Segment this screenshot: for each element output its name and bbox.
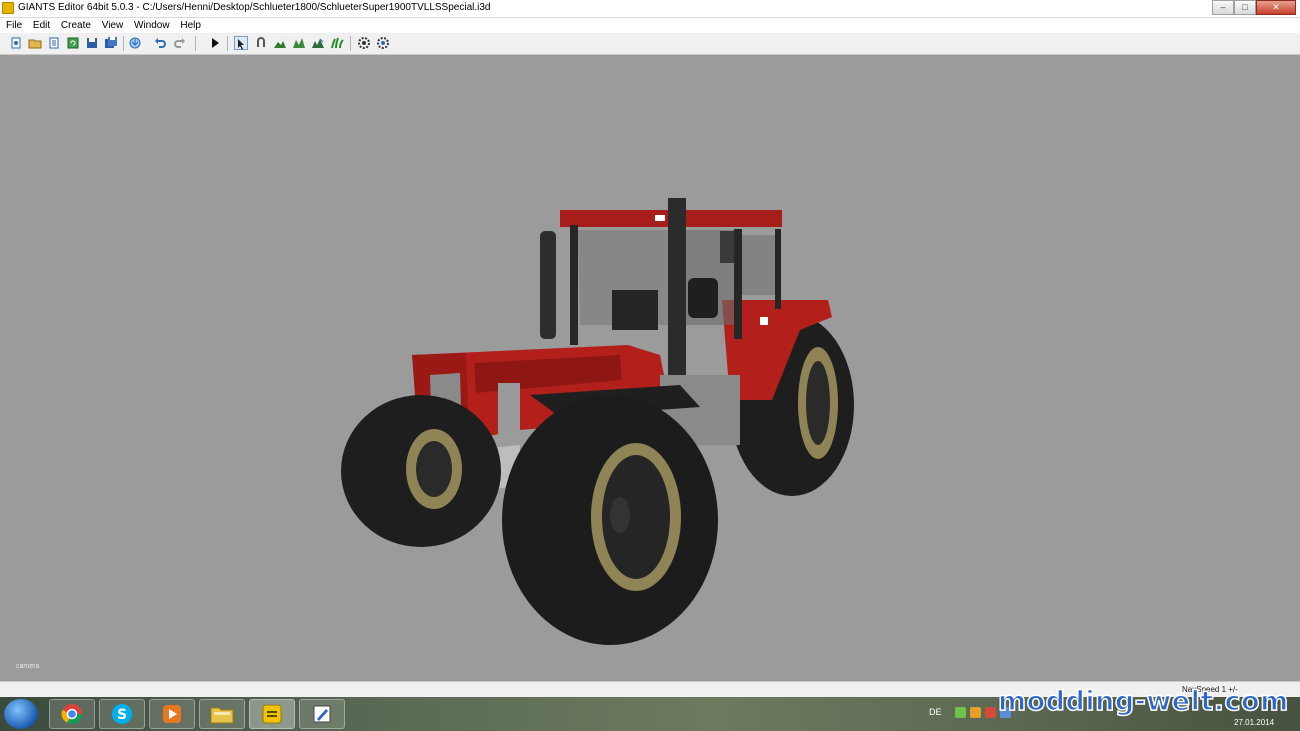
tray-icon[interactable] (985, 707, 996, 718)
window-title: GIANTS Editor 64bit 5.0.3 - C:/Users/Hen… (18, 2, 491, 13)
taskbar-paint[interactable] (299, 699, 345, 729)
undo-icon[interactable] (153, 36, 167, 50)
menu-bar: File Edit Create View Window Help (0, 18, 1300, 33)
minimize-button[interactable]: – (1212, 0, 1234, 15)
menu-help[interactable]: Help (180, 18, 201, 33)
app-icon (2, 2, 14, 14)
taskbar-chrome[interactable] (49, 699, 95, 729)
title-bar: GIANTS Editor 64bit 5.0.3 - C:/Users/Hen… (0, 0, 1300, 18)
svg-text:S: S (117, 707, 127, 723)
move-icon[interactable] (254, 36, 268, 50)
start-button[interactable] (4, 699, 38, 729)
save-icon[interactable] (85, 36, 99, 50)
tray-icon[interactable] (955, 707, 966, 718)
close-button[interactable]: ✕ (1256, 0, 1296, 15)
toolbar-separator (227, 36, 228, 51)
giants-editor-icon (262, 704, 282, 724)
reload-icon[interactable] (66, 36, 80, 50)
taskbar-giants-editor[interactable] (249, 699, 295, 729)
chrome-icon (61, 704, 82, 724)
menu-file[interactable]: File (6, 18, 22, 33)
toolbar (0, 33, 1300, 55)
taskbar-media-player[interactable] (149, 699, 195, 729)
select-icon[interactable] (234, 36, 248, 50)
tractor-model (341, 198, 854, 645)
menu-edit[interactable]: Edit (33, 18, 50, 33)
taskbar-skype[interactable]: S (99, 699, 145, 729)
save-all-icon[interactable] (104, 36, 118, 50)
close-icon: ✕ (1272, 2, 1280, 12)
toolbar-separator (123, 36, 124, 51)
paint-icon (313, 705, 331, 723)
menu-create[interactable]: Create (61, 18, 91, 33)
window-controls: – □ ✕ (1212, 0, 1296, 16)
filter-icon[interactable] (357, 36, 371, 50)
3d-viewport[interactable] (0, 55, 1300, 681)
camera-label: camera (16, 663, 40, 670)
settings-icon[interactable] (376, 36, 390, 50)
language-indicator[interactable]: DE (929, 707, 942, 717)
toolbar-separator (350, 36, 351, 51)
menu-window[interactable]: Window (134, 18, 170, 33)
skype-icon: S (112, 704, 132, 724)
media-player-icon (163, 705, 181, 723)
terrain-paint-icon[interactable] (292, 36, 306, 50)
maximize-icon: □ (1242, 2, 1248, 12)
redo-icon[interactable] (173, 36, 187, 50)
taskbar-file-explorer[interactable] (199, 699, 245, 729)
minimize-icon: – (1220, 2, 1226, 12)
tray-icon[interactable] (970, 707, 981, 718)
terrain-sculpt-icon[interactable] (273, 36, 287, 50)
maximize-button[interactable]: □ (1234, 0, 1256, 15)
taskbar-date: 27.01.2014 (1234, 718, 1275, 727)
foliage-paint-icon[interactable] (311, 36, 325, 50)
open-icon[interactable] (28, 36, 42, 50)
grass-icon[interactable] (330, 36, 344, 50)
toolbar-separator (195, 36, 196, 51)
new-icon[interactable] (9, 36, 23, 50)
watermark: modding-welt.com (997, 685, 1289, 718)
import-icon[interactable] (47, 36, 61, 50)
export-icon[interactable] (128, 36, 142, 50)
menu-view[interactable]: View (102, 18, 124, 33)
file-explorer-icon (210, 707, 234, 724)
play-icon[interactable] (208, 36, 222, 50)
